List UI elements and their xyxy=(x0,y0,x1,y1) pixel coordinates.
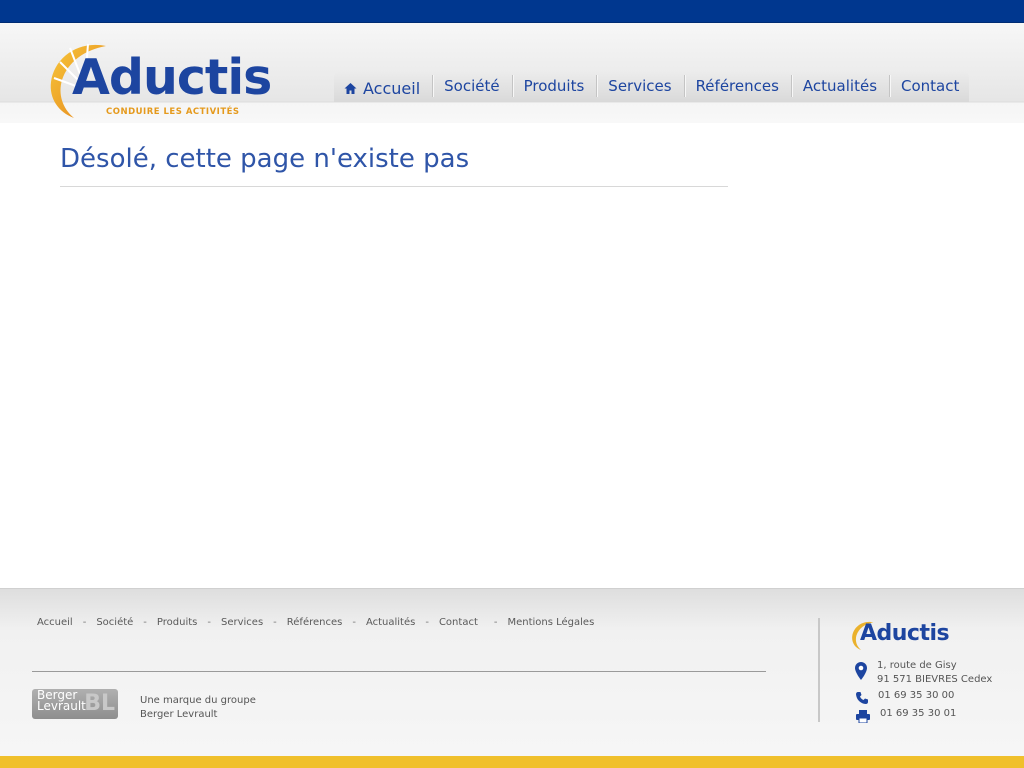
footer-link-societe[interactable]: Société xyxy=(96,617,133,628)
nav-item-produits[interactable]: Produits xyxy=(511,70,597,102)
berger-levrault-logo[interactable]: Berger Levrault BL xyxy=(32,689,118,719)
separator: - xyxy=(207,617,211,628)
phone-icon xyxy=(856,692,868,704)
logo-wordmark: Aductis xyxy=(72,49,272,106)
nav-label: Références xyxy=(695,77,779,95)
main-nav: Accueil Société Produits Services Référe… xyxy=(334,70,969,102)
site-logo[interactable]: Aductis CONDUIRE LES ACTIVITÉS xyxy=(48,40,278,120)
footer-link-mentions-legales[interactable]: Mentions Légales xyxy=(507,617,594,628)
nav-label: Produits xyxy=(523,77,585,95)
nav-item-contact[interactable]: Contact xyxy=(889,70,971,102)
phone-number: 01 69 35 30 00 xyxy=(878,690,955,701)
fax-printer-icon xyxy=(856,710,870,723)
nav-item-services[interactable]: Services xyxy=(596,70,683,102)
group-text: Une marque du groupe Berger Levrault xyxy=(140,694,256,722)
bl-logo-mark: BL xyxy=(84,691,115,716)
separator: - xyxy=(493,617,498,628)
nav-item-societe[interactable]: Société xyxy=(432,70,511,102)
nav-label: Services xyxy=(608,77,672,95)
bl-logo-line2: Levrault xyxy=(37,699,86,713)
fax-number: 01 69 35 30 01 xyxy=(880,708,957,719)
group-line-2: Berger Levrault xyxy=(140,709,218,720)
nav-item-actualites[interactable]: Actualités xyxy=(790,70,889,102)
footer xyxy=(0,588,1024,757)
nav-label: Société xyxy=(444,77,500,95)
footer-links: Accueil - Société - Produits - Services - Référe… xyxy=(37,617,594,628)
bl-logo-text: Berger Levrault xyxy=(37,689,86,713)
separator: - xyxy=(82,617,87,628)
location-pin-icon xyxy=(855,662,867,680)
nav-label: Actualités xyxy=(802,77,878,95)
footer-vertical-divider xyxy=(818,618,820,722)
address-line-2: 91 571 BIEVRES Cedex xyxy=(877,674,993,685)
footer-link-contact[interactable]: Contact xyxy=(439,617,478,628)
footer-divider xyxy=(32,671,766,672)
footer-link-accueil[interactable]: Accueil xyxy=(37,617,73,628)
title-divider xyxy=(60,186,728,187)
nav-label: Contact xyxy=(901,77,960,95)
footer-link-actualites[interactable]: Actualités xyxy=(366,617,415,628)
address-line-1: 1, route de Gisy xyxy=(877,660,957,671)
separator: - xyxy=(425,617,429,628)
footer-logo-wordmark: Aductis xyxy=(860,621,950,646)
footer-link-produits[interactable]: Produits xyxy=(157,617,197,628)
bottom-bar xyxy=(0,756,1024,768)
separator: - xyxy=(143,617,147,628)
logo-tagline: CONDUIRE LES ACTIVITÉS xyxy=(106,107,240,117)
nav-item-accueil[interactable]: Accueil xyxy=(334,72,432,104)
nav-label: Accueil xyxy=(363,78,421,98)
footer-link-references[interactable]: Références xyxy=(287,617,343,628)
separator: - xyxy=(273,617,277,628)
group-line-1: Une marque du groupe xyxy=(140,695,256,706)
nav-item-references[interactable]: Références xyxy=(683,70,791,102)
top-bar xyxy=(0,0,1024,23)
home-icon xyxy=(344,82,357,94)
page-title: Désolé, cette page n'existe pas xyxy=(60,144,470,174)
footer-link-services[interactable]: Services xyxy=(221,617,263,628)
separator: - xyxy=(352,617,356,628)
